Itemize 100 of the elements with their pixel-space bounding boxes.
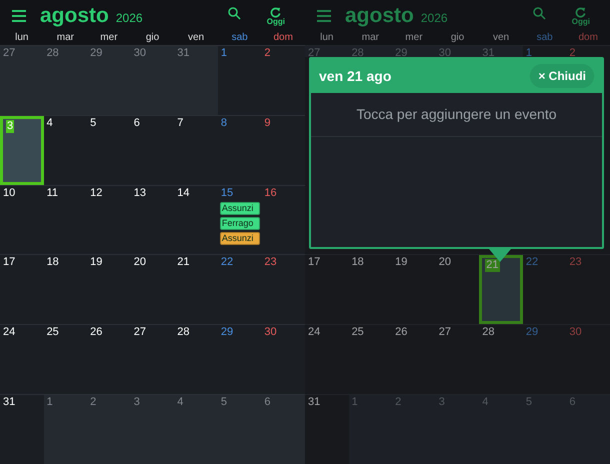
day-cell[interactable]: 13 — [130, 186, 174, 254]
day-number: 19 — [90, 256, 102, 270]
event-chip[interactable]: Ferrago — [220, 216, 260, 230]
day-cell[interactable]: 29 — [522, 325, 566, 394]
day-number: 31 — [3, 396, 16, 410]
day-cell[interactable]: 15 Assunzi Ferrago Assunzi — [218, 186, 262, 254]
day-number: 29 — [220, 326, 234, 340]
day-cell[interactable]: 17 — [305, 255, 349, 324]
day-cell[interactable]: 29 — [87, 46, 131, 115]
day-cell[interactable]: 9 — [261, 116, 305, 185]
weekday-label: mar — [56, 32, 74, 45]
day-number: 31 — [308, 396, 320, 409]
year-label: 2026 — [116, 10, 143, 27]
day-number: 6 — [134, 116, 140, 130]
add-event-hint[interactable]: Tocca per aggiungere un evento — [356, 104, 557, 125]
day-number: 3 — [438, 396, 445, 409]
day-cell[interactable]: 27 — [436, 325, 480, 394]
day-cell[interactable]: 20 — [436, 255, 480, 324]
day-cell[interactable]: 22 — [522, 255, 566, 324]
day-number: 30 — [569, 326, 582, 339]
day-number: 25 — [46, 326, 59, 340]
day-cell[interactable]: 19 — [392, 255, 436, 324]
day-number: 2 — [264, 47, 271, 60]
event-chip[interactable]: Assunzi — [220, 232, 260, 245]
day-number: 24 — [3, 326, 16, 340]
day-number: 6 — [264, 396, 271, 410]
day-number: 10 — [3, 186, 16, 200]
day-cell[interactable]: 18 — [348, 255, 392, 324]
day-cell[interactable]: 30 — [261, 325, 305, 394]
today-button[interactable]: Oggi — [266, 6, 285, 26]
day-cell[interactable]: 29 — [218, 325, 262, 394]
day-cell[interactable]: 4 — [44, 116, 88, 185]
day-cell[interactable]: 1 — [218, 46, 262, 115]
menu-icon[interactable] — [12, 10, 26, 22]
popup-title: ven 21 ago — [319, 66, 392, 86]
day-number: 22 — [220, 256, 234, 270]
day-cell[interactable]: 6 — [261, 395, 305, 464]
day-number: 20 — [134, 256, 146, 270]
menu-icon[interactable] — [317, 10, 331, 22]
day-cell[interactable]: 28 — [44, 46, 88, 115]
month-title: agosto — [40, 3, 109, 30]
day-number: 3 — [134, 396, 140, 410]
day-number: 29 — [526, 326, 538, 339]
day-number: 1 — [352, 396, 358, 409]
day-cell[interactable]: 28 — [479, 325, 523, 394]
day-cell[interactable]: 11 — [44, 186, 88, 254]
day-cell[interactable]: 25 — [348, 325, 392, 394]
day-number: 1 — [46, 396, 53, 410]
day-cell[interactable]: 27 — [130, 325, 174, 394]
day-cell[interactable]: 31 — [174, 46, 218, 115]
day-cell[interactable]: 14 — [174, 186, 218, 254]
day-cell[interactable]: 2 — [261, 46, 305, 115]
day-cell[interactable]: 20 — [130, 255, 174, 324]
weekday-label: mer — [100, 32, 118, 45]
day-number: 2 — [569, 47, 576, 57]
day-cell[interactable]: 10 — [0, 186, 44, 254]
day-cell[interactable]: 19 — [87, 255, 131, 324]
day-cell[interactable]: 5 — [218, 395, 262, 464]
day-cell[interactable]: 16 — [261, 186, 305, 254]
day-cell[interactable]: 18 — [44, 255, 88, 324]
day-cell[interactable]: 3 — [130, 395, 174, 464]
close-button[interactable]: × Chiudi — [530, 64, 594, 88]
day-cell[interactable]: 5 — [87, 116, 131, 185]
day-number: 11 — [46, 186, 58, 200]
day-cell[interactable]: 4 — [174, 395, 218, 464]
day-cell[interactable]: 12 — [87, 186, 131, 254]
day-number: 6 — [569, 396, 576, 409]
day-cell[interactable]: 7 — [174, 116, 218, 185]
search-icon[interactable] — [228, 6, 241, 20]
day-cell[interactable]: 17 — [0, 255, 44, 324]
day-cell[interactable]: 31 — [305, 395, 349, 464]
day-cell[interactable]: 26 — [392, 325, 436, 394]
day-number: 31 — [177, 47, 190, 60]
day-cell[interactable]: 24 — [0, 325, 44, 394]
day-cell[interactable]: 26 — [87, 325, 131, 394]
day-number: 4 — [482, 396, 488, 409]
event-chip[interactable]: Assunzi — [220, 202, 260, 215]
day-cell[interactable]: 31 — [0, 395, 44, 464]
day-cell[interactable]: 23 — [261, 255, 305, 324]
day-cell[interactable]: 30 — [130, 46, 174, 115]
day-number: 1 — [526, 47, 532, 57]
day-cell[interactable]: 2 — [87, 395, 131, 464]
today-button[interactable]: Oggi — [572, 6, 590, 26]
day-cell[interactable]: 21 — [174, 255, 218, 324]
search-icon[interactable] — [532, 6, 546, 20]
day-cell[interactable]: 8 — [218, 116, 262, 185]
day-cell[interactable]: 25 — [44, 325, 88, 394]
day-number: 17 — [3, 256, 16, 270]
day-cell[interactable]: 1 — [44, 395, 88, 464]
day-cell[interactable]: 28 — [174, 325, 218, 394]
day-number: 18 — [46, 256, 59, 270]
day-number: 5 — [90, 116, 96, 130]
day-number: 29 — [395, 47, 408, 57]
day-cell[interactable]: 1 — [522, 46, 566, 57]
weekday-label: lun — [15, 32, 28, 45]
day-number: 27 — [438, 326, 451, 339]
day-cell[interactable]: 27 — [0, 46, 44, 115]
day-cell[interactable]: 6 — [130, 116, 174, 185]
day-cell[interactable]: 22 — [218, 255, 262, 324]
day-cell[interactable]: 24 — [305, 325, 349, 394]
